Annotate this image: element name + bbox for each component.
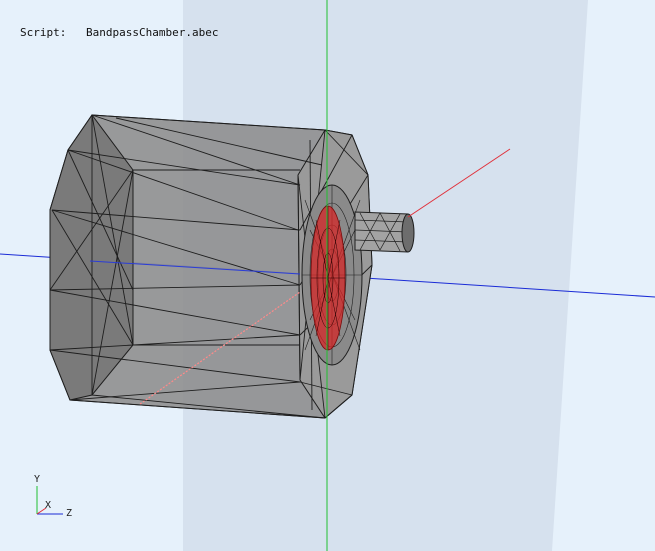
- 3d-viewport[interactable]: Script: BandpassChamber.abec Y X Z: [0, 0, 655, 551]
- script-info: Script: BandpassChamber.abec: [20, 26, 218, 39]
- triad-x-label: X: [45, 500, 52, 511]
- triad-y-label: Y: [34, 474, 41, 485]
- script-label: Script:: [20, 26, 67, 39]
- script-filename: BandpassChamber.abec: [86, 26, 219, 39]
- port-opening: [401, 213, 415, 253]
- scene-canvas[interactable]: [0, 0, 655, 551]
- triad-z-label: Z: [66, 508, 73, 519]
